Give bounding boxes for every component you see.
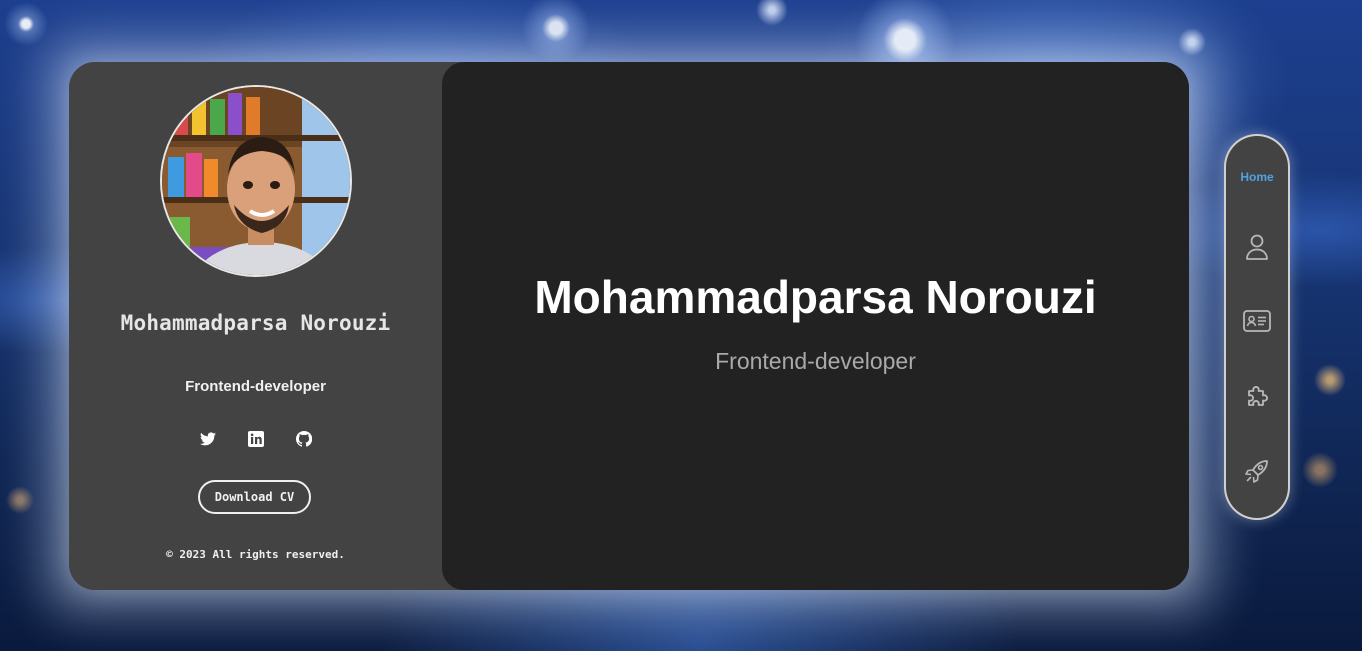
avatar xyxy=(160,85,352,277)
download-cv-button[interactable]: Download CV xyxy=(198,480,311,514)
github-icon[interactable] xyxy=(295,430,313,448)
nav-about[interactable] xyxy=(1226,229,1288,269)
social-links xyxy=(69,430,442,448)
profile-card: Mohammadparsa Norouzi Frontend-developer xyxy=(69,62,1189,590)
main-panel: Mohammadparsa Norouzi Frontend-developer xyxy=(442,62,1189,590)
side-nav: Home xyxy=(1224,134,1290,520)
main-title: Mohammadparsa Norouzi xyxy=(534,271,1097,323)
id-card-icon xyxy=(1243,310,1271,336)
main-subtitle: Frontend-developer xyxy=(715,348,916,374)
puzzle-icon xyxy=(1243,382,1271,414)
nav-resume[interactable] xyxy=(1226,303,1288,343)
nav-projects[interactable] xyxy=(1226,453,1288,493)
twitter-icon[interactable] xyxy=(199,430,217,448)
nav-home[interactable]: Home xyxy=(1226,157,1288,197)
profile-role: Frontend-developer xyxy=(185,378,326,395)
profile-sidebar: Mohammadparsa Norouzi Frontend-developer xyxy=(69,62,442,590)
linkedin-icon[interactable] xyxy=(247,430,265,448)
rocket-icon xyxy=(1243,457,1271,489)
nav-skills[interactable] xyxy=(1226,378,1288,418)
user-icon xyxy=(1245,233,1269,265)
copyright-text: © 2023 All rights reserved. xyxy=(166,548,345,561)
profile-name: Mohammadparsa Norouzi xyxy=(120,311,391,335)
